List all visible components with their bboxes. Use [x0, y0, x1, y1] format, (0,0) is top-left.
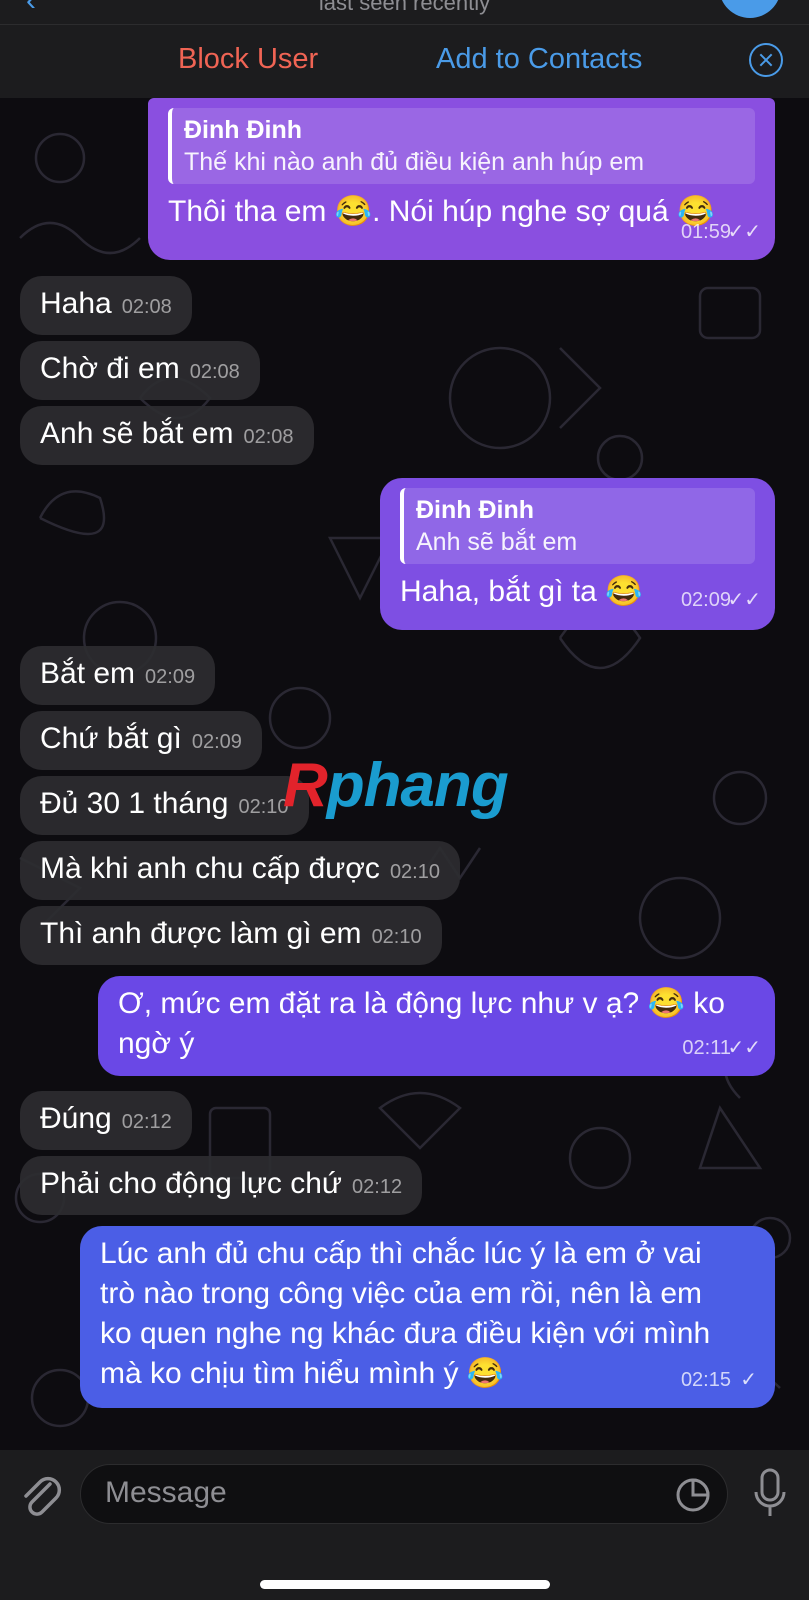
incoming-message[interactable]: Haha 02:08 — [20, 276, 192, 335]
message-time: 02:12 — [352, 1176, 403, 1198]
message-time: 02:10 — [371, 926, 422, 948]
home-indicator[interactable] — [260, 1580, 550, 1589]
incoming-message[interactable]: Chứ bắt gì 02:09 — [20, 711, 262, 770]
message-time: 02:10 — [238, 796, 289, 818]
message-text: Haha — [40, 287, 112, 320]
message-list[interactable]: Đinh Đinh Thế khi nào anh đủ điều kiện a… — [0, 98, 809, 1450]
attach-paperclip-icon[interactable] — [20, 1470, 64, 1522]
message-text: Đúng — [40, 1102, 112, 1135]
microphone-icon[interactable] — [753, 1466, 787, 1522]
message-time: 02:09 — [191, 731, 242, 753]
incoming-message[interactable]: Đủ 30 1 tháng 02:10 — [20, 776, 309, 835]
incoming-message[interactable]: Bắt em 02:09 — [20, 646, 216, 705]
message-text-line: Lúc anh đủ chu cấp thì chắc lúc ý là em … — [100, 1237, 702, 1270]
message-time: 01:59 — [680, 221, 731, 243]
message-time: 02:15 — [680, 1369, 731, 1391]
message-time: 02:12 — [121, 1111, 172, 1133]
sent-check-icon: ✓ — [740, 1369, 757, 1391]
reply-text: Thế khi nào anh đủ điều kiện anh húp em — [184, 148, 645, 176]
message-text: Mà khi anh chu cấp được — [40, 852, 380, 885]
block-user-button[interactable]: Block User — [178, 43, 318, 76]
reply-author: Đinh Đinh — [184, 116, 303, 144]
message-time: 02:09 — [680, 589, 731, 611]
message-text: Thì anh được làm gì em — [40, 917, 362, 950]
message-time: 02:10 — [389, 861, 440, 883]
message-text: Chứ bắt gì — [40, 722, 182, 755]
message-text-line: ngờ ý — [118, 1027, 195, 1060]
reply-quote[interactable]: Đinh Đinh Anh sẽ bắt em — [400, 488, 755, 564]
incoming-message[interactable]: Phải cho động lực chứ 02:12 — [20, 1156, 423, 1215]
read-checks-icon: ✓✓ — [727, 221, 761, 243]
outgoing-message[interactable]: Đinh Đinh Anh sẽ bắt em Haha, bắt gì ta … — [380, 478, 775, 630]
message-text: Đủ 30 1 tháng — [40, 787, 229, 820]
reply-text: Anh sẽ bắt em — [416, 528, 578, 556]
incoming-message[interactable]: Đúng 02:12 — [20, 1091, 192, 1150]
message-text-line: Ơ, mức em đặt ra là động lực như v ạ? 😂 … — [118, 987, 725, 1020]
last-seen-status: last seen recently — [318, 0, 491, 15]
message-input-bar: Message — [0, 1450, 809, 1600]
message-time: 02:11 — [682, 1037, 731, 1059]
chat-header: ‹ last seen recently — [0, 0, 809, 24]
message-time: 02:09 — [145, 666, 196, 688]
incoming-message[interactable]: Chờ đi em 02:08 — [20, 341, 260, 400]
message-input[interactable]: Message — [80, 1464, 728, 1524]
message-time: 02:08 — [243, 426, 294, 448]
reply-quote[interactable]: Đinh Đinh Thế khi nào anh đủ điều kiện a… — [168, 108, 755, 184]
incoming-message[interactable]: Mà khi anh chu cấp được 02:10 — [20, 841, 460, 900]
message-text: Anh sẽ bắt em — [40, 417, 234, 450]
watermark-logo: Rphang — [283, 751, 509, 820]
read-checks-icon: ✓✓ — [727, 589, 761, 611]
message-text: Bắt em — [40, 657, 136, 690]
incoming-message[interactable]: Anh sẽ bắt em 02:08 — [20, 406, 314, 465]
close-icon[interactable] — [749, 43, 783, 77]
read-checks-icon: ✓✓ — [727, 1037, 761, 1059]
outgoing-message[interactable]: Đinh Đinh Thế khi nào anh đủ điều kiện a… — [148, 98, 775, 260]
message-text-line: trò nào trong công việc của em rồi, nên … — [100, 1277, 702, 1310]
contact-action-bar: Block User Add to Contacts — [0, 24, 809, 100]
add-to-contacts-button[interactable]: Add to Contacts — [436, 43, 642, 76]
reply-author: Đinh Đinh — [416, 496, 535, 524]
message-text: Phải cho động lực chứ — [40, 1167, 343, 1200]
message-placeholder: Message — [105, 1476, 227, 1509]
message-time: 02:08 — [121, 296, 172, 318]
message-text-line: mà ko chịu tìm hiểu mình ý 😂 — [100, 1357, 505, 1390]
outgoing-message[interactable]: Ơ, mức em đặt ra là động lực như v ạ? 😂 … — [98, 976, 775, 1076]
message-text-line: ko quen nghe ng khác đưa điều kiện với m… — [100, 1317, 711, 1350]
message-time: 02:08 — [189, 361, 240, 383]
outgoing-message[interactable]: Lúc anh đủ chu cấp thì chắc lúc ý là em … — [80, 1226, 775, 1408]
incoming-message[interactable]: Thì anh được làm gì em 02:10 — [20, 906, 442, 965]
message-text: Thôi tha em 😂. Nói húp nghe sợ quá 😂 — [168, 195, 715, 228]
message-text: Chờ đi em — [40, 352, 180, 385]
sticker-icon[interactable] — [675, 1477, 711, 1513]
